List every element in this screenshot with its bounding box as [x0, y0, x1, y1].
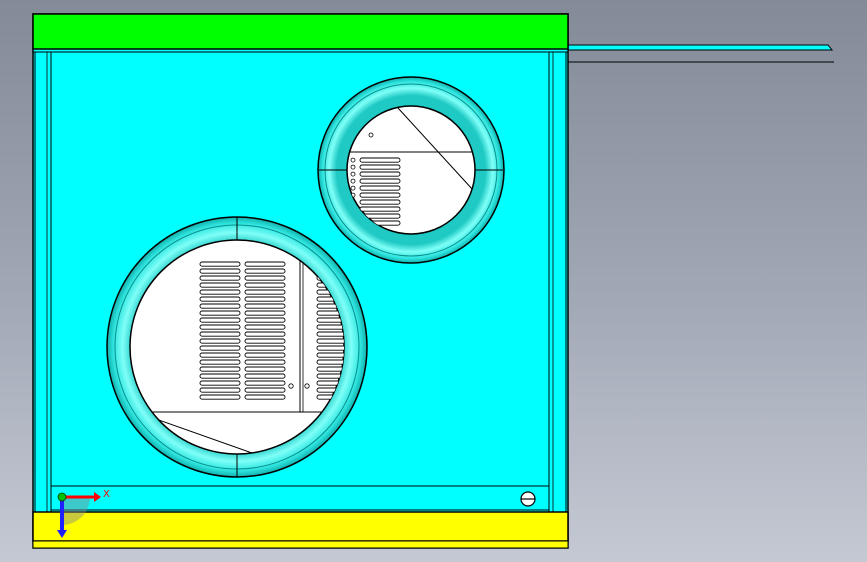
vent-slot	[244, 268, 286, 274]
extension-plate	[566, 44, 834, 51]
vent-slot	[199, 324, 241, 330]
vent-slot	[244, 282, 286, 288]
model-scene[interactable]: X	[0, 0, 867, 562]
bottom-strip	[50, 485, 550, 511]
vent-slot	[199, 352, 241, 358]
cad-viewport[interactable]: X	[0, 0, 867, 562]
vent-slot	[244, 359, 286, 365]
vent-slot	[359, 171, 401, 177]
vent-slot	[199, 296, 241, 302]
vent-slot	[199, 387, 241, 393]
vent-slot	[359, 185, 401, 191]
triad-origin	[57, 492, 67, 502]
vent-slot	[244, 261, 286, 267]
fastener-hole	[368, 132, 374, 138]
vent-slot	[244, 394, 286, 400]
vent-slot	[199, 394, 241, 400]
left-frame	[34, 51, 52, 513]
vent-slot	[244, 324, 286, 330]
small-duct-opening[interactable]	[317, 76, 505, 264]
bottom-rail-base	[32, 540, 569, 549]
vent-slot	[244, 310, 286, 316]
vent-slot	[244, 366, 286, 372]
vent-slot	[199, 275, 241, 281]
vent-end-hole	[350, 185, 356, 191]
vent-slot	[359, 192, 401, 198]
vent-slot	[199, 373, 241, 379]
vent-slot	[244, 338, 286, 344]
fastener-hole	[304, 383, 310, 389]
vent-slot	[244, 317, 286, 323]
vent-slot	[199, 380, 241, 386]
vent-slot	[244, 296, 286, 302]
vent-end-hole	[350, 164, 356, 170]
vent-slot	[244, 275, 286, 281]
vent-slot	[244, 352, 286, 358]
vent-slot	[199, 261, 241, 267]
vent-slot	[199, 289, 241, 295]
vent-slot	[359, 178, 401, 184]
bottom-rail	[32, 511, 569, 542]
vent-slot	[199, 338, 241, 344]
vent-end-hole	[350, 171, 356, 177]
vent-slot	[199, 331, 241, 337]
vent-slot	[244, 373, 286, 379]
large-duct-opening[interactable]	[106, 216, 368, 478]
vent-slot	[199, 303, 241, 309]
vent-slot	[244, 289, 286, 295]
right-frame	[548, 51, 567, 513]
vent-end-hole	[350, 157, 356, 163]
vent-end-hole	[350, 178, 356, 184]
vent-slot	[199, 310, 241, 316]
vent-slot	[199, 282, 241, 288]
vent-slot	[244, 303, 286, 309]
vent-slot	[359, 164, 401, 170]
fastener-hole	[288, 383, 294, 389]
vent-slot	[244, 387, 286, 393]
vent-slot	[199, 345, 241, 351]
vent-slot	[359, 206, 401, 212]
vent-slot	[359, 157, 401, 163]
vent-slot	[199, 366, 241, 372]
top-rail	[32, 13, 569, 50]
vent-slot	[199, 317, 241, 323]
vent-slot	[199, 359, 241, 365]
vent-slot	[244, 331, 286, 337]
vent-slot	[244, 345, 286, 351]
x-axis-label: X	[103, 489, 110, 500]
vent-slot	[359, 199, 401, 205]
vent-slot	[244, 380, 286, 386]
vent-slot	[199, 268, 241, 274]
